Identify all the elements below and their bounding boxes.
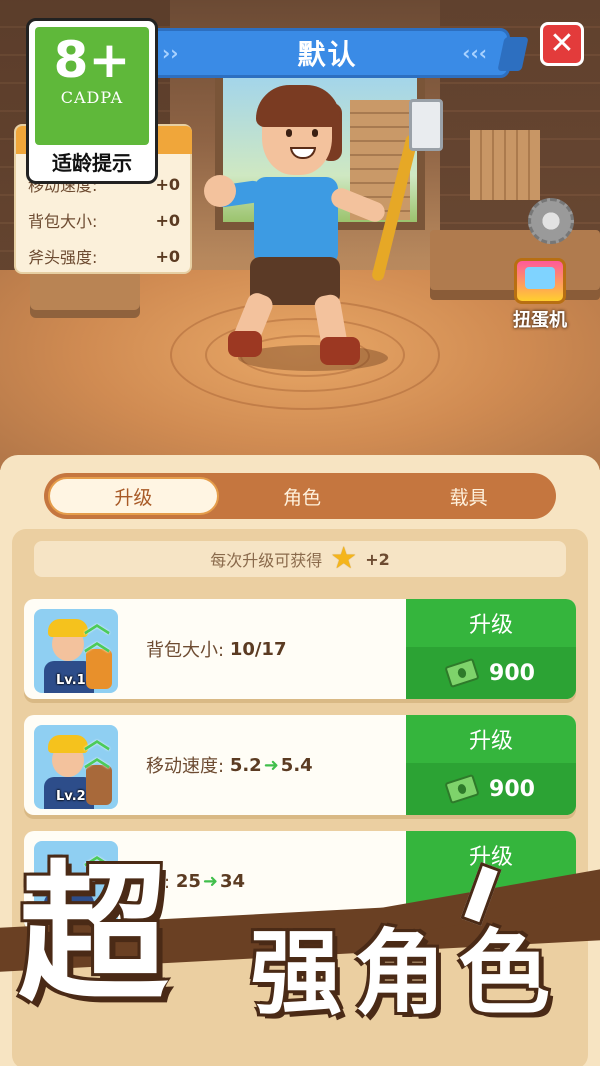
stat-row-backpack: 背包大小: +0 [28, 202, 180, 238]
cash-icon [444, 657, 480, 689]
character-eye [312, 129, 318, 137]
title-banner: ›› 默认 ‹‹‹ [145, 28, 529, 78]
hardhat-icon [48, 735, 88, 753]
saw-blade-icon [528, 198, 574, 244]
chevron-left-icon: ‹‹‹ [462, 41, 487, 65]
stat-label: 斧头强度: [28, 248, 98, 267]
character-boot [228, 331, 262, 357]
page-title: 默认 [297, 38, 358, 71]
upgrade-cost: 900 [406, 763, 576, 815]
promo-headline: 强角色 [250, 920, 563, 1027]
upgrade-button[interactable]: 升级 900 [406, 715, 576, 815]
upgrade-card-backpack: ︿ ︿ Lv.1 背包大小: 10/17 升级 900 [24, 599, 576, 699]
crates [470, 130, 540, 200]
stat-value: +0 [155, 246, 180, 266]
upgrade-value-to: 5.4 [280, 754, 313, 776]
age-hint: 适龄提示 [52, 151, 132, 175]
tab-character[interactable]: 角色 [219, 477, 386, 515]
age-rating: 8+ [53, 31, 131, 89]
upgrade-button-label: 升级 [468, 613, 513, 638]
level-up-arrows-icon: ︿ ︿ [84, 725, 111, 774]
character-shirt [254, 177, 338, 265]
close-icon: ✕ [549, 26, 575, 61]
log-pile [30, 270, 140, 310]
character-fist [204, 175, 236, 207]
gacha-button[interactable]: 扭蛋机 [500, 258, 580, 338]
bonus-text: 每次升级可获得 [210, 551, 323, 570]
age-rating-box: 8+ CADPA [35, 27, 149, 145]
upgrade-label: 背包大小: [146, 640, 225, 661]
close-button[interactable]: ✕ [540, 22, 584, 66]
promo-banner: 超 强角色 [0, 860, 600, 1066]
cost-value: 900 [489, 776, 535, 802]
axe-icon [370, 95, 445, 285]
upgrade-description: 背包大小: 10/17 [146, 599, 286, 699]
gacha-machine-icon [514, 258, 566, 304]
axe-blade [409, 99, 443, 151]
upgrade-value: 10/17 [229, 638, 287, 660]
hardhat-icon [48, 619, 88, 637]
character-hair [256, 85, 340, 127]
stat-value: +0 [155, 174, 180, 194]
stat-row-axe-strength: 斧头强度: +0 [28, 238, 180, 274]
level-badge: Lv.1 [56, 673, 86, 688]
cost-value: 900 [489, 660, 535, 686]
upgrade-value-from: 5.2 [229, 754, 262, 776]
character-eye [286, 129, 292, 137]
bonus-amount: +2 [365, 549, 390, 569]
gacha-label: 扭蛋机 [513, 310, 567, 331]
upgrade-label: 移动速度: [146, 756, 225, 777]
cash-icon [444, 773, 480, 805]
avatar: ︿ ︿ Lv.2 [34, 725, 118, 809]
character-boot [320, 337, 360, 365]
bonus-info: 每次升级可获得 ★ +2 [34, 541, 566, 577]
upgrade-cost: 900 [406, 647, 576, 699]
upgrade-button-label: 升级 [468, 729, 513, 754]
tab-upgrade[interactable]: 升级 [48, 477, 219, 515]
stat-value: +0 [155, 210, 180, 230]
rating-org: CADPA [60, 88, 124, 107]
upgrade-card-speed: ︿ ︿ Lv.2 移动速度: 5.2 ➜ 5.4 升级 900 [24, 715, 576, 815]
tab-vehicle[interactable]: 载具 [385, 477, 552, 515]
stat-label: 背包大小: [28, 212, 98, 231]
arrow-right-icon: ➜ [263, 754, 279, 776]
star-icon: ★ [330, 541, 358, 576]
upgrade-description: 移动速度: 5.2 ➜ 5.4 [146, 715, 313, 815]
level-up-arrows-icon: ︿ ︿ [84, 609, 111, 658]
promo-headline-big: 超 [18, 848, 169, 1022]
avatar: ︿ ︿ Lv.1 [34, 609, 118, 693]
tab-bar: 升级 角色 载具 [44, 473, 556, 519]
level-badge: Lv.2 [56, 789, 86, 804]
upgrade-button[interactable]: 升级 900 [406, 599, 576, 699]
chevron-right-icon: ›› [162, 41, 179, 65]
age-rating-badge: 8+ CADPA 适龄提示 [26, 18, 158, 184]
